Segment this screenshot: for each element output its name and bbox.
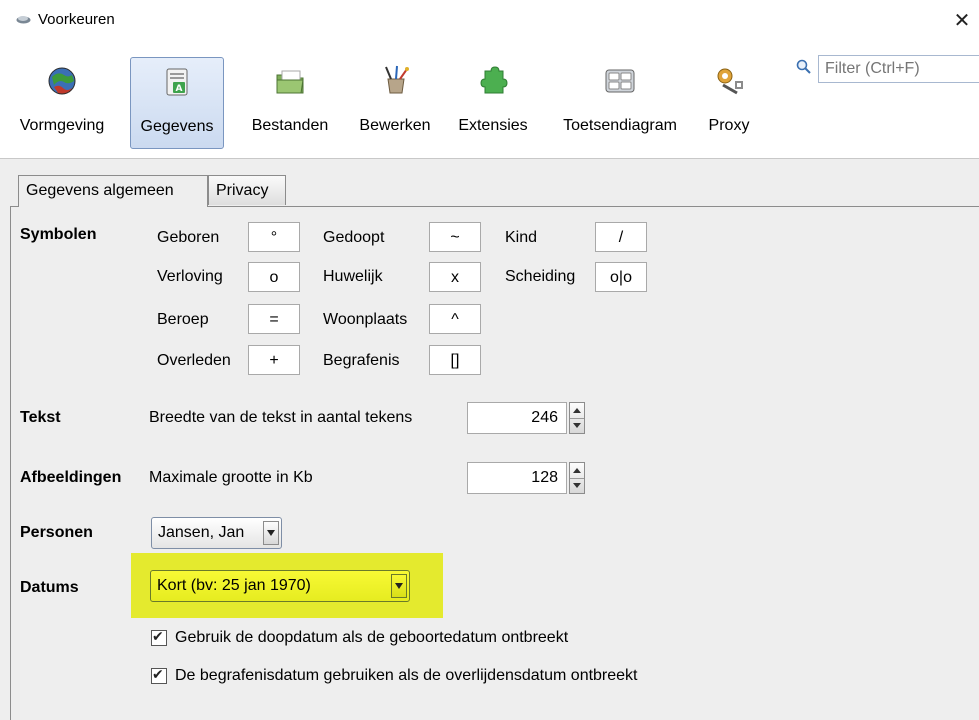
toolbar-button-toetsendiagram[interactable]: Toetsendiagram: [540, 57, 700, 149]
folder-icon: [276, 70, 304, 94]
toolbar-label: Vormgeving: [19, 117, 105, 134]
spinner-up-icon[interactable]: [573, 468, 581, 473]
svg-text:A: A: [176, 84, 183, 94]
checkbox-begrafenisdatum[interactable]: ✔: [151, 667, 167, 684]
spinner-down-icon[interactable]: [573, 423, 581, 428]
spinner-buttons[interactable]: [569, 402, 585, 434]
keyboard-icon: [605, 69, 635, 93]
spinner-buttons[interactable]: [569, 462, 585, 494]
app-icon: [16, 16, 31, 24]
label-kind: Kind: [505, 229, 538, 246]
label-geboren: Geboren: [157, 229, 220, 246]
symbol-field-begrafenis[interactable]: []: [429, 345, 481, 375]
tab-gegevens-algemeen[interactable]: Gegevens algemeen: [18, 175, 208, 207]
toolbar-button-vormgeving[interactable]: Vormgeving: [8, 57, 116, 149]
category-toolbar: Vormgeving A Gegevens Bestanden Bewerken…: [0, 40, 979, 159]
title-bar: Voorkeuren ✕: [0, 0, 979, 40]
toolbar-button-bewerken[interactable]: Bewerken: [344, 57, 446, 149]
toolbar-label: Bewerken: [359, 117, 431, 134]
tab-label: Gegevens algemeen: [26, 182, 174, 199]
toolbar-label: Toetsendiagram: [563, 117, 677, 134]
label-woonplaats: Woonplaats: [323, 311, 408, 328]
dropdown-value: Kort (bv: 25 jan 1970): [157, 577, 311, 594]
symbol-field-verloving[interactable]: o: [248, 262, 300, 292]
toolbar-label: Extensies: [458, 117, 528, 134]
checkbox-doopdatum[interactable]: ✔: [151, 629, 167, 646]
symbol-field-beroep[interactable]: =: [248, 304, 300, 334]
tab-label: Privacy: [216, 182, 269, 199]
tab-privacy[interactable]: Privacy: [208, 175, 286, 205]
section-personen: Personen: [20, 524, 93, 541]
symbol-field-scheiding[interactable]: o|o: [595, 262, 647, 292]
filter-input[interactable]: [818, 55, 979, 83]
globe-icon: [48, 67, 76, 95]
label-doopdatum: Gebruik de doopdatum als de geboortedatu…: [175, 629, 569, 646]
toolbar-button-bestanden[interactable]: Bestanden: [238, 57, 342, 149]
spinner-divider: [570, 478, 584, 479]
label-verloving: Verloving: [157, 268, 223, 285]
afbeeldingen-grootte-spinner[interactable]: 128: [467, 462, 585, 494]
dropdown-arrow-icon[interactable]: [263, 521, 279, 545]
symbol-field-kind[interactable]: /: [595, 222, 647, 252]
tekst-breedte-spinner[interactable]: 246: [467, 402, 585, 434]
toolbar-label: Proxy: [708, 117, 750, 134]
symbol-field-geboren[interactable]: °: [248, 222, 300, 252]
toolbar-button-extensies[interactable]: Extensies: [448, 57, 538, 149]
close-icon: ✕: [953, 8, 971, 32]
filter-box: [796, 55, 979, 85]
preferences-window: Voorkeuren ✕ Vormgeving A Gegevens Besta…: [0, 0, 979, 720]
label-afbeeldingen-grootte: Maximale grootte in Kb: [149, 469, 313, 486]
section-tekst: Tekst: [20, 409, 61, 426]
personen-dropdown[interactable]: Jansen, Jan: [151, 517, 282, 549]
toolbar-label: Gegevens: [140, 118, 214, 135]
label-scheiding: Scheiding: [505, 268, 576, 285]
symbol-field-huwelijk[interactable]: x: [429, 262, 481, 292]
label-tekst-breedte: Breedte van de tekst in aantal tekens: [149, 409, 413, 426]
puzzle-icon: [480, 66, 508, 94]
spinner-down-icon[interactable]: [573, 483, 581, 488]
label-huwelijk: Huwelijk: [323, 268, 383, 285]
checkmark-icon: ✔: [152, 629, 164, 645]
data-card-icon: A: [166, 68, 188, 96]
label-gedoopt: Gedoopt: [323, 229, 385, 246]
section-datums: Datums: [20, 579, 79, 596]
close-button[interactable]: ✕: [948, 6, 976, 34]
toolbar-button-gegevens[interactable]: A Gegevens: [130, 57, 224, 149]
spinner-value[interactable]: 246: [467, 402, 567, 434]
label-begrafenisdatum: De begrafenisdatum gebruiken als de over…: [175, 667, 638, 684]
brushes-icon: [385, 65, 409, 94]
label-begrafenis: Begrafenis: [323, 352, 400, 369]
symbol-field-gedoopt[interactable]: ~: [429, 222, 481, 252]
dropdown-value: Jansen, Jan: [158, 524, 245, 541]
datums-format-dropdown[interactable]: Kort (bv: 25 jan 1970): [150, 570, 410, 602]
section-symbolen: Symbolen: [20, 226, 97, 243]
checkmark-icon: ✔: [152, 667, 164, 683]
dropdown-arrow-icon[interactable]: [391, 574, 407, 598]
section-afbeeldingen: Afbeeldingen: [20, 469, 122, 486]
window-title: Voorkeuren: [38, 11, 115, 28]
gears-icon: [717, 68, 743, 95]
toolbar-label: Bestanden: [251, 117, 329, 134]
symbol-field-woonplaats[interactable]: ^: [429, 304, 481, 334]
spinner-up-icon[interactable]: [573, 408, 581, 413]
toolbar-button-proxy[interactable]: Proxy: [702, 57, 756, 149]
label-beroep: Beroep: [157, 311, 209, 328]
symbol-field-overleden[interactable]: +: [248, 345, 300, 375]
search-icon: [796, 59, 811, 74]
spinner-value[interactable]: 128: [467, 462, 567, 494]
label-overleden: Overleden: [157, 352, 231, 369]
tab-content-border: [10, 206, 11, 720]
spinner-divider: [570, 418, 584, 419]
